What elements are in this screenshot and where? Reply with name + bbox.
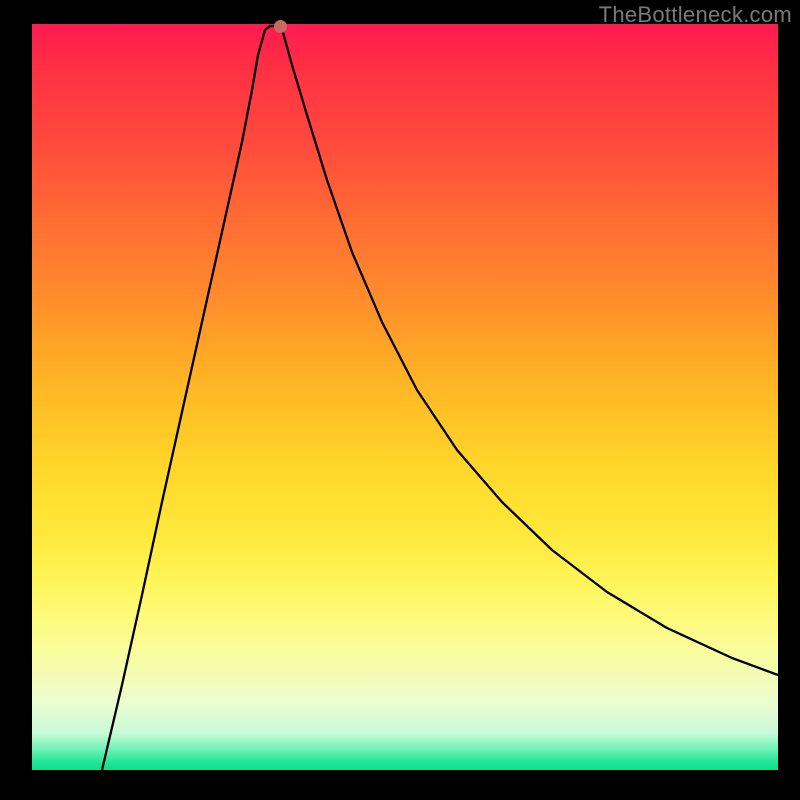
chart-plot-area <box>32 24 778 770</box>
chart-container: TheBottleneck.com <box>0 0 800 800</box>
optimal-point-marker <box>274 20 287 33</box>
watermark-text: TheBottleneck.com <box>599 2 792 28</box>
